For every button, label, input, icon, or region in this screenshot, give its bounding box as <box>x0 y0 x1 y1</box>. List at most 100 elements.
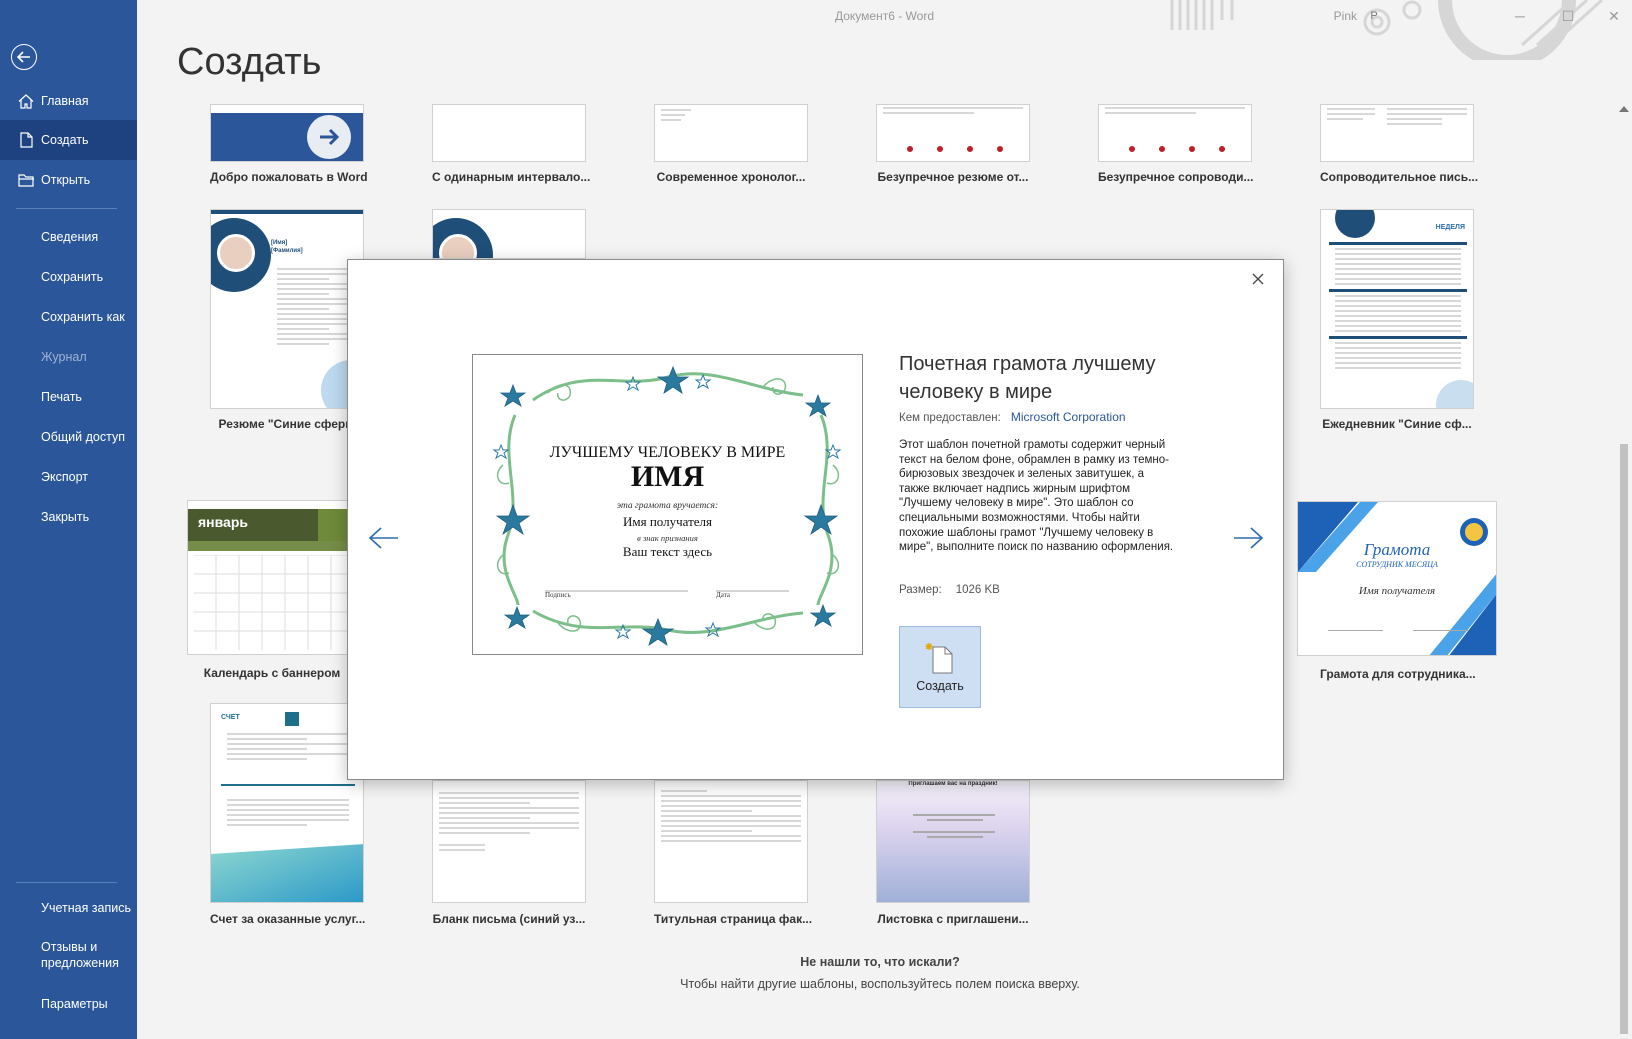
page-title: Создать <box>177 41 322 83</box>
dialog-close-button[interactable] <box>1247 268 1269 290</box>
nav-account-label: Учетная запись <box>41 901 132 915</box>
template-preview-dialog: ЛУЧШЕМУ ЧЕЛОВЕКУ В МИРЕ ИМЯ эта грамота … <box>347 259 1284 780</box>
template-caption: Календарь с баннером <box>203 666 341 680</box>
template-caption: Безупречное резюме от... <box>877 170 1029 184</box>
nav-close[interactable]: Закрыть <box>0 506 137 528</box>
user-name[interactable]: Pink <box>1334 9 1357 23</box>
resume-surname: [Фамилия] <box>271 248 303 254</box>
nav-home-label: Главная <box>41 94 89 108</box>
provider-line: Кем предоставлен: Microsoft Corporation <box>899 410 1126 424</box>
template-thumbnail <box>876 104 1030 162</box>
certificate-date-label: Дата <box>716 591 730 599</box>
nav-save-label: Сохранить <box>41 270 104 284</box>
nav-history-label: Журнал <box>41 350 87 364</box>
flyer-heading: Приглашаем вас на праздник! <box>908 781 998 787</box>
window-close-button[interactable]: ✕ <box>1602 4 1626 28</box>
nav-save-as-label: Сохранить как <box>41 310 125 324</box>
calendar-month: январь <box>198 514 248 530</box>
scroll-thumb[interactable] <box>1620 444 1628 1034</box>
nav-share[interactable]: Общий доступ <box>0 426 137 448</box>
back-button[interactable] <box>11 44 37 70</box>
nav-info-label: Сведения <box>41 230 99 244</box>
certificate-signature-label: Подпись <box>545 591 571 599</box>
new-document-icon <box>16 132 36 148</box>
template-caption: Счет за оказанные услуг... <box>210 912 366 926</box>
nav-save[interactable]: Сохранить <box>0 266 137 288</box>
previous-arrow-icon[interactable] <box>368 526 400 550</box>
template-thumbnail: Грамота СОТРУДНИК МЕСЯЦА Имя получателя <box>1297 501 1497 656</box>
user-avatar[interactable]: P <box>1364 6 1384 26</box>
nav-account[interactable]: Учетная запись <box>0 897 137 919</box>
nav-print[interactable]: Печать <box>0 386 137 408</box>
template-caption: Современное хронолог... <box>656 170 806 184</box>
template-caption: Ежедневник "Синие сф... <box>1322 417 1472 431</box>
template-caption: Листовка с приглашени... <box>877 912 1029 926</box>
backstage-sidebar: Главная Создать Открыть Сведения Сохрани… <box>0 0 137 1039</box>
template-thumbnail <box>432 780 586 903</box>
vertical-scrollbar[interactable] <box>1616 104 1632 1039</box>
resume-name: [Имя] <box>271 240 288 246</box>
nav-export-label: Экспорт <box>41 470 88 484</box>
nav-share-label: Общий доступ <box>41 430 125 444</box>
template-caption: Титульная страница фак... <box>654 912 813 926</box>
nav-open-label: Открыть <box>41 173 91 187</box>
template-title: Почетная грамота лучшему человеку в мире <box>899 353 1156 403</box>
template-thumbnail <box>654 780 808 903</box>
close-icon <box>1252 273 1264 285</box>
not-found-heading: Не нашли то, что искали? <box>800 955 960 969</box>
template-caption: Бланк письма (синий уз... <box>432 912 586 926</box>
certificate-name: ИМЯ <box>630 460 705 493</box>
template-caption: Грамота для сотрудника... <box>1320 667 1476 681</box>
invoice-title: СЧЕТ <box>221 714 240 721</box>
folder-icon <box>16 173 36 187</box>
template-thumbnail <box>432 104 586 162</box>
nav-save-as[interactable]: Сохранить как <box>0 306 137 328</box>
certificate-in-honor: в знак признания <box>637 533 698 543</box>
new-document-icon <box>925 643 953 674</box>
nav-open[interactable]: Открыть <box>0 169 137 191</box>
template-thumbnail <box>432 209 586 259</box>
title-bar: Документ6 - Word Pink P ─ ☐ ✕ <box>137 0 1632 60</box>
size-value: 1026 KB <box>955 584 1000 596</box>
nav-options-label: Параметры <box>41 997 108 1011</box>
template-thumbnail <box>1320 104 1474 162</box>
nav-print-label: Печать <box>41 390 82 404</box>
create-button[interactable]: Создать <box>899 626 981 708</box>
nav-feedback[interactable]: Отзывы и предложения <box>0 937 137 973</box>
template-size: Размер: 1026 KB <box>899 584 1000 596</box>
create-button-label: Создать <box>916 679 964 693</box>
template-thumbnail <box>210 104 364 162</box>
award-name: Имя получателя <box>1358 585 1436 597</box>
certificate-awarded-to: эта грамота вручается: <box>616 501 719 511</box>
provider-label: Кем предоставлен: <box>899 412 1001 424</box>
nav-close-label: Закрыть <box>41 510 90 524</box>
maximize-button[interactable]: ☐ <box>1556 4 1580 28</box>
template-caption: Сопроводительное пись... <box>1320 170 1479 184</box>
template-thumbnail <box>1098 104 1252 162</box>
nav-new-label: Создать <box>41 133 89 147</box>
nav-new[interactable]: Создать <box>0 120 137 160</box>
template-caption: С одинарным интервало... <box>432 170 591 184</box>
next-arrow-icon[interactable] <box>1232 526 1264 550</box>
template-description: Этот шаблон почетной грамоты содержит че… <box>899 439 1174 554</box>
nav-options[interactable]: Параметры <box>0 993 137 1015</box>
nav-info[interactable]: Сведения <box>0 226 137 248</box>
nav-export[interactable]: Экспорт <box>0 466 137 488</box>
template-thumbnail <box>654 104 808 162</box>
template-caption: Резюме "Синие сферы <box>218 417 356 431</box>
template-caption: Безупречное сопроводи... <box>1098 170 1254 184</box>
award-subtitle: СОТРУДНИК МЕСЯЦА <box>1356 560 1438 569</box>
planner-week: НЕДЕЛЯ <box>1435 224 1465 231</box>
provider-link[interactable]: Microsoft Corporation <box>1011 410 1126 424</box>
template-thumbnail: СЧЕТ <box>210 703 364 903</box>
sidebar-divider <box>16 208 117 209</box>
template-thumbnail: [Имя] [Фамилия] <box>210 209 364 409</box>
nav-home[interactable]: Главная <box>0 90 137 112</box>
size-label: Размер: <box>899 584 942 596</box>
not-found-hint: Чтобы найти другие шаблоны, воспользуйте… <box>680 977 1080 991</box>
nav-history: Журнал <box>0 346 137 368</box>
home-icon <box>16 93 36 109</box>
minimize-button[interactable]: ─ <box>1508 4 1532 28</box>
award-title: Грамота <box>1363 540 1431 559</box>
scroll-up-icon[interactable] <box>1619 106 1629 112</box>
